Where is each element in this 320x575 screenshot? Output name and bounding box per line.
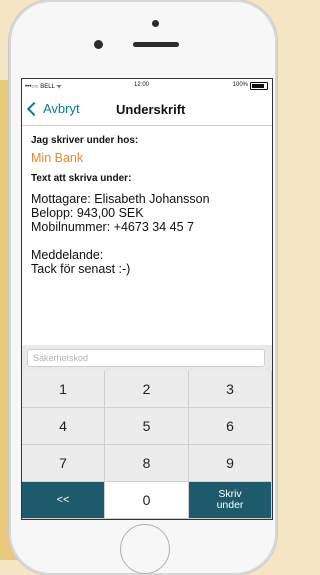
signing-at-label: Jag skriver under hos: xyxy=(31,135,139,146)
carrier-signal: •••○○ BELL ᯤ xyxy=(25,84,62,90)
mobile-number-line: Mobilnummer: +4673 34 45 7 xyxy=(31,220,194,234)
message-heading: Meddelande: xyxy=(31,248,104,262)
bank-name: Min Bank xyxy=(31,151,84,165)
key-3[interactable]: 3 xyxy=(189,371,272,408)
page-title: Underskrift xyxy=(116,102,186,117)
navigation-bar: Avbryt Underskrift xyxy=(22,93,272,126)
earpiece-speaker xyxy=(133,42,179,47)
key-1[interactable]: 1 xyxy=(22,371,105,408)
home-button[interactable] xyxy=(120,524,170,574)
chevron-left-icon xyxy=(26,101,42,116)
text-to-sign-label: Text att skriva under: xyxy=(31,173,132,184)
key-0[interactable]: 0 xyxy=(105,482,189,519)
key-4[interactable]: 4 xyxy=(22,408,105,445)
key-9[interactable]: 9 xyxy=(189,445,272,482)
key-7[interactable]: 7 xyxy=(22,445,105,482)
security-code-area xyxy=(22,345,272,371)
amount-line: Belopp: 943,00 SEK xyxy=(31,206,144,220)
key-8[interactable]: 8 xyxy=(105,445,189,482)
numeric-keypad: 1 2 3 4 5 6 7 8 9 << 0 Skriv under xyxy=(22,371,272,519)
cancel-button[interactable]: Avbryt xyxy=(26,101,80,116)
key-2[interactable]: 2 xyxy=(105,371,189,408)
backspace-key[interactable]: << xyxy=(22,482,105,519)
signing-details: Jag skriver under hos: Min Bank Text att… xyxy=(31,135,266,276)
text-to-sign: Mottagare: Elisabeth Johansson Belopp: 9… xyxy=(31,192,266,276)
battery-percent: 100% xyxy=(232,82,248,88)
recipient-line: Mottagare: Elisabeth Johansson xyxy=(31,192,210,206)
key-6[interactable]: 6 xyxy=(189,408,272,445)
cancel-label: Avbryt xyxy=(43,101,80,116)
battery-icon xyxy=(250,82,268,90)
message-text: Tack för senast :-) xyxy=(31,262,131,276)
status-time: 12:00 xyxy=(134,82,150,88)
sign-button[interactable]: Skriv under xyxy=(189,482,272,519)
status-bar: •••○○ BELL ᯤ 12:00 100% xyxy=(22,79,272,93)
sign-button-line2: under xyxy=(216,499,244,511)
key-5[interactable]: 5 xyxy=(105,408,189,445)
top-sensor-dot xyxy=(152,20,159,27)
security-code-input[interactable] xyxy=(27,349,265,367)
phone-screen: •••○○ BELL ᯤ 12:00 100% Avbryt Underskri… xyxy=(21,78,273,520)
front-camera xyxy=(94,40,103,49)
